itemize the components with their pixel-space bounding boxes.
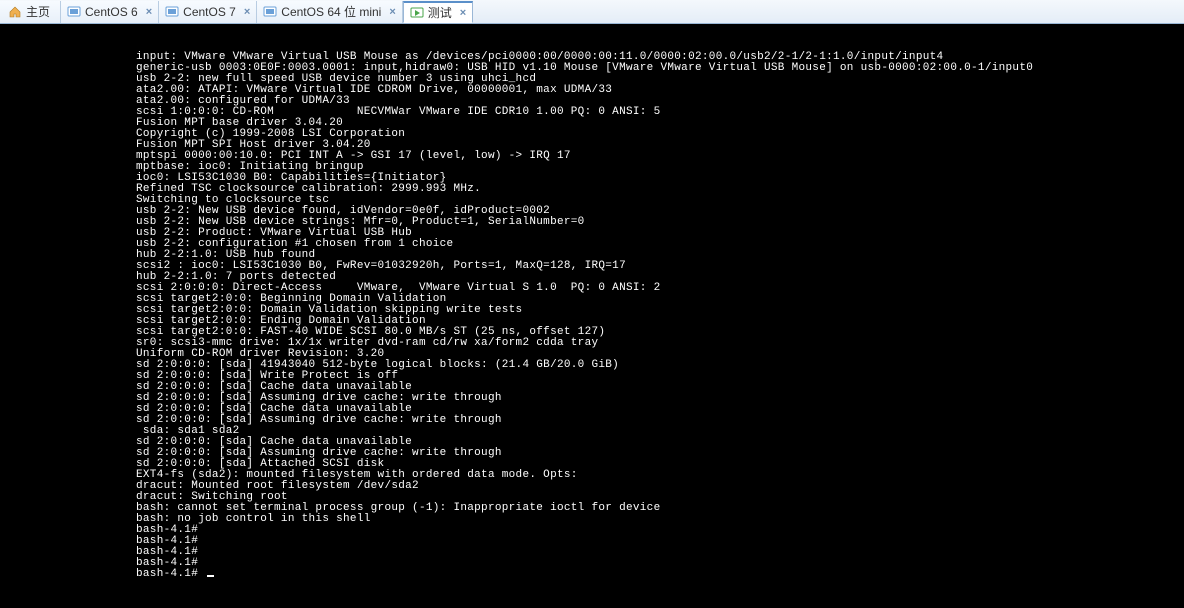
tab-label-home: 主页 <box>26 3 50 20</box>
close-icon[interactable]: × <box>244 6 250 18</box>
close-icon[interactable]: × <box>389 6 395 18</box>
tab-centos6[interactable]: CentOS 6 × <box>61 1 159 23</box>
vm-running-icon <box>410 6 424 20</box>
tab-centos7[interactable]: CentOS 7 × <box>159 1 257 23</box>
tab-label: CentOS 64 位 mini <box>281 3 381 20</box>
close-icon[interactable]: × <box>460 7 466 19</box>
home-icon <box>8 5 22 19</box>
tab-test-active[interactable]: 测试 × <box>403 1 473 23</box>
terminal-cursor <box>207 575 214 577</box>
close-icon[interactable]: × <box>146 6 152 18</box>
vm-icon <box>67 5 81 19</box>
vm-icon <box>263 5 277 19</box>
terminal-output[interactable]: input: VMware VMware Virtual USB Mouse a… <box>0 24 1184 608</box>
tab-home[interactable]: 主页 <box>0 1 61 23</box>
vm-icon <box>165 5 179 19</box>
tab-label: 测试 <box>428 4 452 21</box>
terminal-text: input: VMware VMware Virtual USB Mouse a… <box>136 51 1033 580</box>
tab-label: CentOS 7 <box>183 5 236 19</box>
tab-label: CentOS 6 <box>85 5 138 19</box>
tab-centos64mini[interactable]: CentOS 64 位 mini × <box>257 1 402 23</box>
tab-bar: 主页 CentOS 6 × CentOS 7 × CentOS 64 位 min… <box>0 0 1184 24</box>
